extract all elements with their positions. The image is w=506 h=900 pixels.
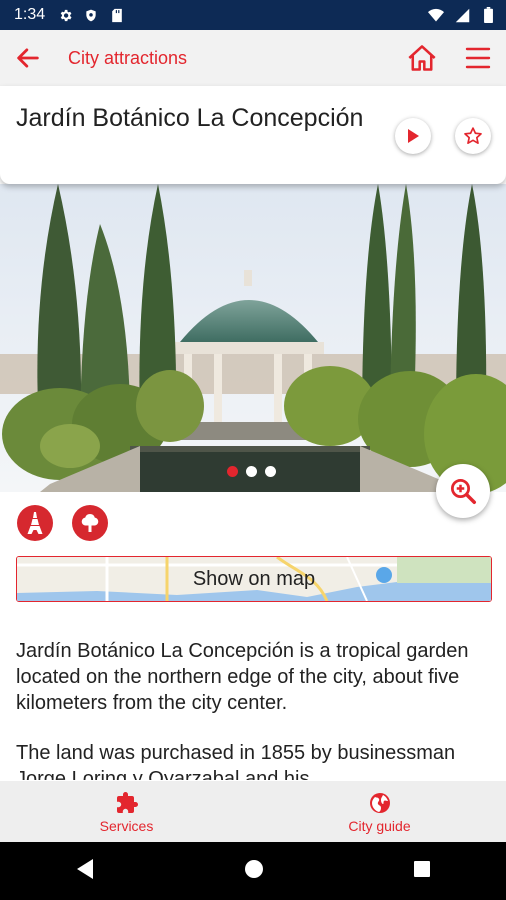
landmark-category-badge <box>17 505 53 541</box>
triangle-back-icon <box>76 858 93 879</box>
eiffel-tower-icon <box>27 512 43 534</box>
system-back-button[interactable] <box>75 858 95 885</box>
show-on-map-button[interactable]: Show on map <box>16 556 492 602</box>
home-icon <box>408 45 436 71</box>
system-home-button[interactable] <box>244 859 264 884</box>
shield-icon <box>83 7 99 23</box>
tree-icon <box>81 514 99 532</box>
show-on-map-label: Show on map <box>192 567 316 590</box>
zoom-image-button[interactable] <box>436 464 490 518</box>
cellular-signal-icon <box>454 7 470 23</box>
garden-photo-image <box>0 184 506 492</box>
settings-gear-icon <box>57 7 73 23</box>
nav-label-city-guide: City guide <box>348 817 411 834</box>
nav-label-services: Services <box>99 817 154 834</box>
hamburger-menu-icon <box>465 47 491 69</box>
status-time: 1:34 <box>14 6 46 23</box>
square-recents-icon <box>414 860 431 877</box>
gallery-dot[interactable] <box>227 466 238 477</box>
zoom-in-icon <box>451 479 476 504</box>
menu-button[interactable] <box>450 30 506 86</box>
gallery-dot[interactable] <box>246 466 257 477</box>
screen-title: City attractions <box>68 47 188 68</box>
home-button[interactable] <box>394 30 450 86</box>
description-paragraph: The land was purchased in 1855 by busine… <box>16 742 456 780</box>
arrow-left-icon <box>17 48 39 68</box>
nav-item-services[interactable]: Services <box>0 781 253 842</box>
app-bar: City attractions <box>0 30 506 86</box>
system-navigation-bar <box>0 842 506 900</box>
sd-card-icon <box>109 7 125 23</box>
description-paragraph: Jardín Botánico La Concepción is a tropi… <box>16 640 469 714</box>
nature-category-badge <box>72 505 108 541</box>
back-button[interactable] <box>0 30 56 86</box>
globe-icon <box>368 790 392 816</box>
status-bar: 1:34 <box>0 0 506 30</box>
play-icon <box>408 129 419 143</box>
wifi-icon <box>428 7 444 23</box>
attraction-name: Jardín Botánico La Concepción <box>16 104 364 132</box>
play-audio-button[interactable] <box>395 118 431 154</box>
battery-icon <box>480 7 496 23</box>
bottom-navigation: Services City guide <box>0 781 506 842</box>
attraction-description: Jardín Botánico La Concepción is a tropi… <box>16 638 490 780</box>
system-recents-button[interactable] <box>413 860 431 883</box>
star-outline-icon <box>464 127 482 144</box>
nav-item-city-guide[interactable]: City guide <box>253 781 506 842</box>
gallery-dot[interactable] <box>265 466 276 477</box>
circle-home-icon <box>244 859 263 878</box>
puzzle-icon <box>115 790 139 816</box>
favorite-button[interactable] <box>455 118 491 154</box>
attraction-photo[interactable] <box>0 184 506 492</box>
attraction-header-card: Jardín Botánico La Concepción <box>0 86 506 184</box>
gallery-pagination <box>227 466 276 477</box>
